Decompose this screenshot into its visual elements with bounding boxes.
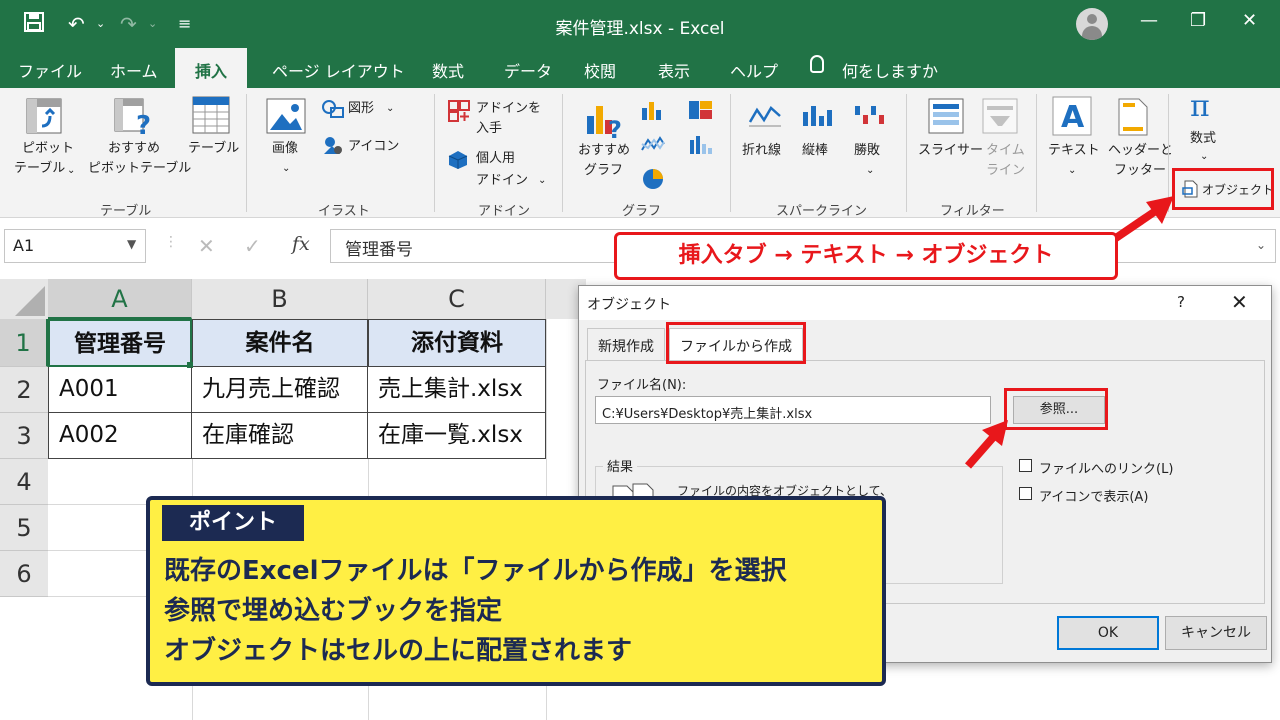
arrow-to-browse <box>964 420 1008 469</box>
point-line-2: 参照で埋め込むブックを指定 <box>164 596 503 626</box>
point-label: ポイント <box>162 505 304 541</box>
arrow-to-object <box>1107 196 1174 246</box>
point-line-1: 既存のExcelファイルは「ファイルから作成」を選択 <box>164 556 787 586</box>
instruction-banner: 挿入タブ → テキスト → オブジェクト <box>614 232 1118 280</box>
point-line-3: オブジェクトはセルの上に配置されます <box>164 636 633 666</box>
